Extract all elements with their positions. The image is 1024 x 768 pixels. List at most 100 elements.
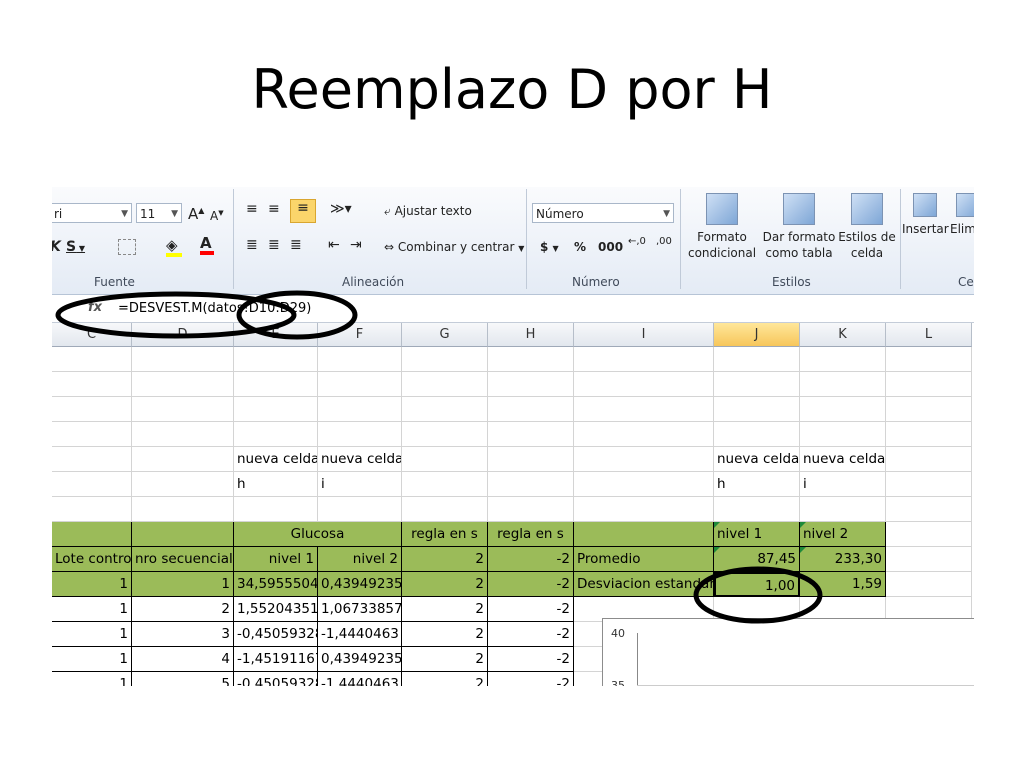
cell-d-r7[interactable] — [132, 497, 234, 522]
cell-l-r4[interactable] — [886, 422, 972, 447]
cell-i-r5[interactable] — [574, 447, 714, 472]
percent-button[interactable]: % — [574, 239, 586, 255]
number-format-combo[interactable]: Número ▼ — [532, 203, 674, 223]
cell-d-r11[interactable]: 2 — [132, 597, 234, 622]
column-header-e[interactable]: E — [234, 323, 318, 347]
cell-k-r10[interactable]: 1,59 — [800, 572, 886, 597]
cell-c-r13[interactable]: 1 — [52, 647, 132, 672]
increase-indent-icon[interactable]: ⇥ — [350, 237, 362, 253]
cell-i-r9[interactable]: Promedio — [574, 547, 714, 572]
cell-d-r10[interactable]: 1 — [132, 572, 234, 597]
insert-button[interactable]: Insertar — [902, 193, 949, 237]
formula-input[interactable]: =DESVEST.M(datos!D10:D29) — [118, 301, 311, 316]
cell-d-r5[interactable] — [132, 447, 234, 472]
cell-g-r5[interactable] — [402, 447, 488, 472]
conditional-format-button[interactable]: Formato condicional — [684, 193, 760, 261]
cell-d-r8[interactable] — [132, 522, 234, 547]
delete-button[interactable]: Elim — [950, 193, 974, 237]
cell-e-r6[interactable]: h — [234, 472, 318, 497]
cell-k-r7[interactable] — [800, 497, 886, 522]
cell-i-r1[interactable] — [574, 347, 714, 372]
cell-j-r2[interactable] — [714, 372, 800, 397]
decrease-indent-icon[interactable]: ⇤ — [328, 237, 340, 253]
cell-f-r12[interactable]: -1,4440463 — [318, 622, 402, 647]
chart-area[interactable]: 40 35 ◆ — [602, 618, 974, 686]
cell-f-r7[interactable] — [318, 497, 402, 522]
cell-e-r1[interactable] — [234, 347, 318, 372]
column-header-h[interactable]: H — [488, 323, 574, 347]
cell-h-r6[interactable] — [488, 472, 574, 497]
column-header-c[interactable]: C — [52, 323, 132, 347]
cell-l-r6[interactable] — [886, 472, 972, 497]
cell-c-r1[interactable] — [52, 347, 132, 372]
font-size-combo[interactable]: 11 ▼ — [136, 203, 182, 223]
cell-d-r2[interactable] — [132, 372, 234, 397]
cell-d-r3[interactable] — [132, 397, 234, 422]
currency-button[interactable]: $ ▼ — [540, 239, 559, 257]
cell-i-r4[interactable] — [574, 422, 714, 447]
align-top-icon[interactable]: ≡ — [246, 201, 258, 217]
column-header-k[interactable]: K — [800, 323, 886, 347]
cell-j-r4[interactable] — [714, 422, 800, 447]
cell-l-r8[interactable] — [886, 522, 972, 547]
cell-i-r7[interactable] — [574, 497, 714, 522]
cell-l-r7[interactable] — [886, 497, 972, 522]
grow-font-button[interactable]: A▲ — [188, 203, 204, 222]
column-header-l[interactable]: L — [886, 323, 972, 347]
align-right-icon[interactable]: ≣ — [290, 237, 302, 253]
cell-h-r10[interactable]: -2 — [488, 572, 574, 597]
cell-j-r9[interactable]: 87,45 — [714, 547, 800, 572]
cell-c-r5[interactable] — [52, 447, 132, 472]
cell-i-r2[interactable] — [574, 372, 714, 397]
increase-decimal-button[interactable]: ←,0 — [628, 237, 646, 247]
cell-d-r13[interactable]: 4 — [132, 647, 234, 672]
cell-d-r4[interactable] — [132, 422, 234, 447]
cell-k-r2[interactable] — [800, 372, 886, 397]
column-header-d[interactable]: D — [132, 323, 234, 347]
cell-e-r10[interactable]: 34,5955504 — [234, 572, 318, 597]
cell-k-r3[interactable] — [800, 397, 886, 422]
cell-g-r10[interactable]: 2 — [402, 572, 488, 597]
column-header-i[interactable]: I — [574, 323, 714, 347]
cell-e-r2[interactable] — [234, 372, 318, 397]
cell-h-r1[interactable] — [488, 347, 574, 372]
cell-g-r1[interactable] — [402, 347, 488, 372]
format-as-table-button[interactable]: Dar formato como tabla — [762, 193, 836, 261]
cell-h-r9[interactable]: -2 — [488, 547, 574, 572]
cell-styles-button[interactable]: Estilos de celda — [836, 193, 898, 261]
cell-h-r5[interactable] — [488, 447, 574, 472]
cell-f-r5[interactable]: nueva celda — [318, 447, 402, 472]
thousands-button[interactable]: 000 — [598, 239, 623, 255]
align-left-icon[interactable]: ≣ — [246, 237, 258, 253]
cell-g-r4[interactable] — [402, 422, 488, 447]
cell-j-r6[interactable]: h — [714, 472, 800, 497]
cell-d-r14[interactable]: 5 — [132, 672, 234, 686]
borders-icon[interactable] — [118, 239, 136, 255]
merge-center-button[interactable]: ⇔ Combinar y centrar ▼ — [384, 239, 524, 257]
column-header-f[interactable]: F — [318, 323, 402, 347]
fill-color-icon[interactable]: ◈ — [166, 237, 182, 257]
cell-h-r3[interactable] — [488, 397, 574, 422]
cell-h-r14[interactable]: -2 — [488, 672, 574, 686]
cell-e-r14[interactable]: -0,45059328 — [234, 672, 318, 686]
cell-i-r3[interactable] — [574, 397, 714, 422]
cell-k-r4[interactable] — [800, 422, 886, 447]
cell-c-r7[interactable] — [52, 497, 132, 522]
align-bottom-icon[interactable]: ≡ — [290, 199, 316, 223]
cell-g-r2[interactable] — [402, 372, 488, 397]
cell-f-r9[interactable]: nivel 2 — [318, 547, 402, 572]
cell-l-r3[interactable] — [886, 397, 972, 422]
cell-k-r9[interactable]: 233,30 — [800, 547, 886, 572]
underline-button[interactable]: S ▼ — [66, 239, 85, 257]
cell-l-r9[interactable] — [886, 547, 972, 572]
cell-d-r12[interactable]: 3 — [132, 622, 234, 647]
cell-g-r7[interactable] — [402, 497, 488, 522]
cell-k-r1[interactable] — [800, 347, 886, 372]
align-middle-icon[interactable]: ≡ — [268, 201, 280, 217]
cell-e-r11[interactable]: 1,55204351 — [234, 597, 318, 622]
cell-e-r3[interactable] — [234, 397, 318, 422]
orientation-icon[interactable]: ≫▾ — [330, 201, 352, 217]
column-header-g[interactable]: G — [402, 323, 488, 347]
cell-i-r6[interactable] — [574, 472, 714, 497]
italic-button[interactable]: K — [52, 239, 61, 255]
